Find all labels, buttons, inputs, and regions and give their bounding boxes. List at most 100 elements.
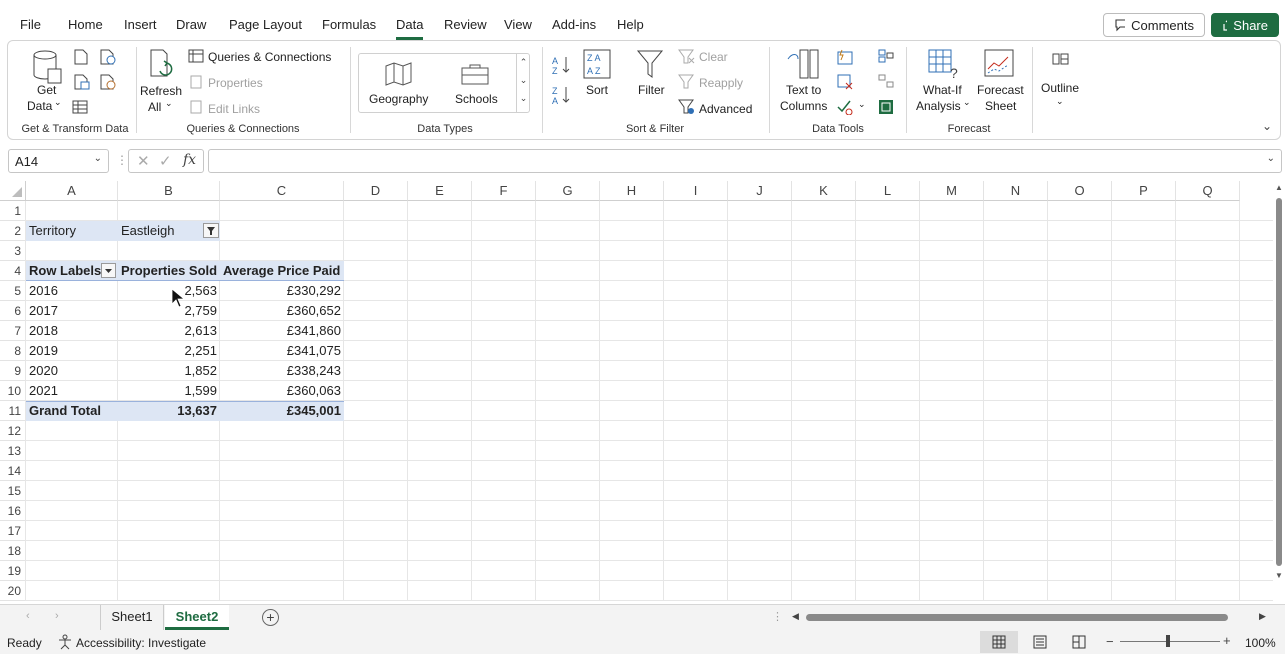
insert-function-icon[interactable]: fx [183, 152, 196, 168]
get-data-button[interactable]: Get [37, 83, 56, 97]
row-header-11[interactable]: 11 [0, 401, 26, 421]
tab-page-layout[interactable]: Page Layout [229, 17, 302, 32]
normal-view-button[interactable] [980, 631, 1018, 653]
scroll-left-icon[interactable]: ◀ [792, 611, 799, 622]
row-header-5[interactable]: 5 [0, 281, 26, 301]
pivot-sold-cell[interactable]: 1,599 [118, 381, 220, 401]
vertical-scrollbar[interactable]: ▲ ▼ [1273, 181, 1285, 604]
sort-button[interactable]: Sort [586, 83, 608, 97]
row-header-9[interactable]: 9 [0, 361, 26, 381]
add-sheet-icon[interactable]: + [262, 609, 279, 626]
column-header-o[interactable]: O [1048, 181, 1112, 201]
zoom-in-icon[interactable]: + [1223, 633, 1231, 648]
comments-button[interactable]: Comments [1103, 13, 1205, 37]
row-header-8[interactable]: 8 [0, 341, 26, 361]
pivot-header-properties-sold[interactable]: Properties Sold [118, 261, 220, 281]
column-header-p[interactable]: P [1112, 181, 1176, 201]
tab-help[interactable]: Help [617, 17, 644, 32]
row-labels-dropdown-button[interactable] [101, 263, 116, 278]
row-header-13[interactable]: 13 [0, 441, 26, 461]
tab-draw[interactable]: Draw [176, 17, 206, 32]
row-header-4[interactable]: 4 [0, 261, 26, 281]
row-header-2[interactable]: 2 [0, 221, 26, 241]
tab-view[interactable]: View [504, 17, 532, 32]
column-header-k[interactable]: K [792, 181, 856, 201]
cancel-icon[interactable]: ✕ [137, 152, 150, 170]
zoom-out-icon[interactable]: − [1106, 634, 1114, 649]
next-sheet-icon[interactable]: › [55, 610, 59, 622]
tab-file[interactable]: File [20, 17, 41, 32]
data-model-icon[interactable] [878, 99, 894, 115]
row-header-18[interactable]: 18 [0, 541, 26, 561]
row-header-20[interactable]: 20 [0, 581, 26, 601]
accessibility-icon[interactable] [58, 634, 72, 650]
sheet-tab-sheet1[interactable]: Sheet1 [100, 605, 164, 630]
pivot-filter-label[interactable]: Territory [26, 221, 118, 241]
queries-connections-button[interactable]: Queries & Connections [208, 50, 331, 64]
tab-insert[interactable]: Insert [124, 17, 157, 32]
tab-formulas[interactable]: Formulas [322, 17, 376, 32]
forecast-sheet-button-label2[interactable]: Sheet [985, 99, 1016, 113]
column-header-b[interactable]: B [118, 181, 220, 201]
column-header-g[interactable]: G [536, 181, 600, 201]
forecast-sheet-button[interactable]: Forecast [977, 83, 1024, 97]
share-button[interactable]: Share [1211, 13, 1279, 37]
data-validation-icon[interactable] [837, 99, 853, 115]
pivot-year-cell[interactable]: 2021 [26, 381, 118, 401]
drag-handle-icon[interactable]: ⋮ [116, 153, 128, 167]
row-header-15[interactable]: 15 [0, 481, 26, 501]
pivot-total-sold[interactable]: 13,637 [118, 401, 220, 421]
page-break-view-icon[interactable] [1072, 635, 1086, 649]
row-header-19[interactable]: 19 [0, 561, 26, 581]
horizontal-scroll-thumb[interactable] [806, 614, 1228, 621]
existing-connections-icon[interactable] [72, 99, 88, 115]
recent-sources-icon[interactable] [100, 74, 116, 90]
row-header-10[interactable]: 10 [0, 381, 26, 401]
from-text-icon[interactable] [74, 49, 88, 65]
pivot-sold-cell[interactable]: 2,251 [118, 341, 220, 361]
scroll-down-icon[interactable]: ▼ [1275, 571, 1283, 580]
column-header-q[interactable]: Q [1176, 181, 1240, 201]
column-header-c[interactable]: C [220, 181, 344, 201]
pivot-year-cell[interactable]: 2020 [26, 361, 118, 381]
pivot-total-price[interactable]: £345,001 [220, 401, 344, 421]
filter-dropdown-button[interactable] [203, 223, 219, 238]
from-web-icon[interactable] [100, 49, 116, 65]
zoom-slider[interactable] [1120, 641, 1220, 642]
select-all-corner[interactable] [0, 181, 26, 201]
vertical-scroll-thumb[interactable] [1276, 198, 1282, 566]
text-to-columns-button[interactable]: Text to [786, 83, 821, 97]
flash-fill-icon[interactable] [837, 49, 853, 65]
gallery-scroll[interactable]: ⌃ ⌄ ⌄ [516, 53, 530, 113]
outline-button[interactable]: Outline [1041, 81, 1079, 95]
row-header-14[interactable]: 14 [0, 461, 26, 481]
zoom-level[interactable]: 100% [1245, 636, 1276, 650]
expand-formula-icon[interactable]: ⌄ [1267, 153, 1275, 164]
column-header-e[interactable]: E [408, 181, 472, 201]
column-header-l[interactable]: L [856, 181, 920, 201]
row-header-1[interactable]: 1 [0, 201, 26, 221]
pivot-year-cell[interactable]: 2017 [26, 301, 118, 321]
column-header-n[interactable]: N [984, 181, 1048, 201]
row-header-6[interactable]: 6 [0, 301, 26, 321]
row-header-16[interactable]: 16 [0, 501, 26, 521]
reapply-button[interactable]: Reapply [699, 76, 743, 90]
tab-add-ins[interactable]: Add-ins [552, 17, 596, 32]
pivot-price-cell[interactable]: £360,652 [220, 301, 344, 321]
sort-descending-icon[interactable]: ZA [552, 85, 572, 105]
column-header-j[interactable]: J [728, 181, 792, 201]
column-header-h[interactable]: H [600, 181, 664, 201]
pivot-price-cell[interactable]: £330,292 [220, 281, 344, 301]
pivot-year-cell[interactable]: 2019 [26, 341, 118, 361]
column-header-a[interactable]: A [26, 181, 118, 201]
remove-duplicates-icon[interactable] [837, 74, 853, 90]
collapse-ribbon-icon[interactable]: ⌄ [1262, 119, 1272, 133]
row-header-3[interactable]: 3 [0, 241, 26, 261]
check-icon[interactable]: ✓ [159, 152, 172, 170]
tab-data[interactable]: Data [396, 17, 424, 40]
pivot-price-cell[interactable]: £338,243 [220, 361, 344, 381]
pivot-sold-cell[interactable]: 2,759 [118, 301, 220, 321]
pivot-sold-cell[interactable]: 2,613 [118, 321, 220, 341]
status-accessibility[interactable]: Accessibility: Investigate [76, 636, 206, 650]
sort-ascending-icon[interactable]: AZ [552, 55, 572, 75]
